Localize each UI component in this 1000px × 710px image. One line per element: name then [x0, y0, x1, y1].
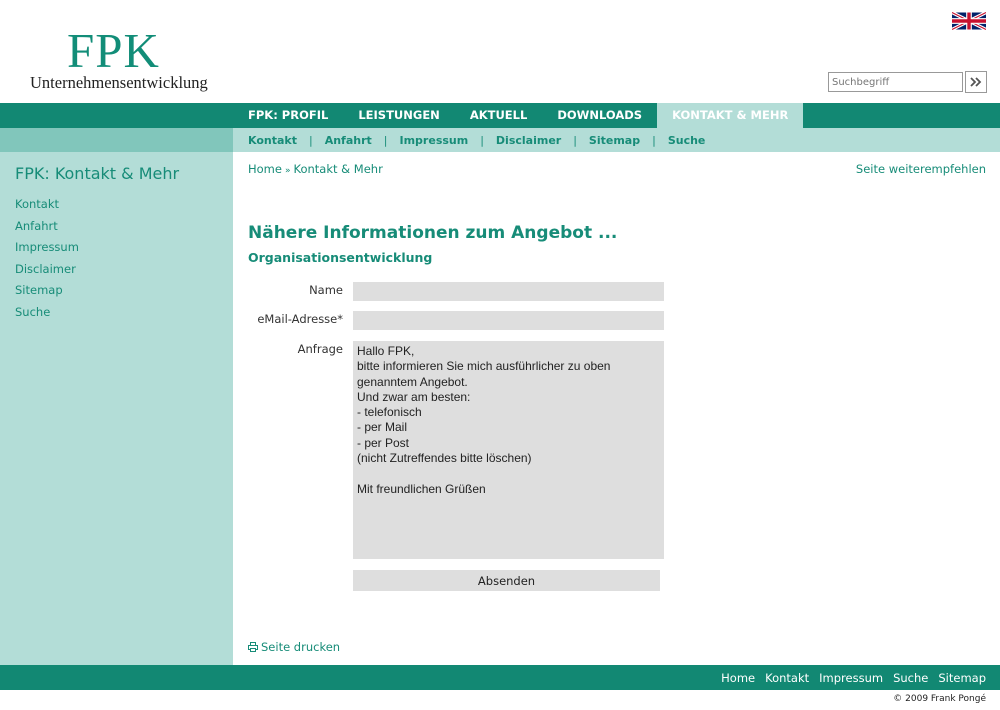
- search-input[interactable]: [828, 72, 963, 92]
- nav-item-profil[interactable]: FPK: PROFIL: [233, 103, 343, 128]
- footer-bar: Home Kontakt Impressum Suche Sitemap: [0, 665, 1000, 690]
- nav-item-leistungen[interactable]: LEISTUNGEN: [343, 103, 454, 128]
- subnav-item-impressum[interactable]: Impressum: [400, 134, 469, 147]
- print-link-label: Seite drucken: [261, 640, 341, 654]
- breadcrumb-current[interactable]: Kontakt & Mehr: [293, 162, 382, 176]
- sidebar-item-sitemap[interactable]: Sitemap: [15, 282, 79, 304]
- email-input[interactable]: [353, 311, 664, 330]
- footer-link-impressum[interactable]: Impressum: [819, 671, 883, 685]
- footer-link-suche[interactable]: Suche: [893, 671, 928, 685]
- page-title: Nähere Informationen zum Angebot ...: [248, 223, 618, 243]
- sidebar-item-kontakt[interactable]: Kontakt: [15, 196, 79, 218]
- breadcrumb-home[interactable]: Home: [248, 162, 282, 176]
- request-textarea[interactable]: Hallo FPK, bitte informieren Sie mich au…: [353, 341, 664, 559]
- subnav-separator: |: [308, 133, 313, 147]
- footer-link-home[interactable]: Home: [721, 671, 755, 685]
- double-chevron-right-icon: [970, 77, 982, 87]
- footer-link-sitemap[interactable]: Sitemap: [938, 671, 986, 685]
- subnav-item-disclaimer[interactable]: Disclaimer: [496, 134, 561, 147]
- subnav-separator: |: [383, 133, 388, 147]
- subnav-item-suche[interactable]: Suche: [668, 134, 706, 147]
- breadcrumb: Home» Kontakt & Mehr: [248, 162, 383, 176]
- page-subtitle: Organisationsentwicklung: [248, 250, 433, 265]
- subnav-item-kontakt[interactable]: Kontakt: [248, 134, 297, 147]
- subnav-item-sitemap[interactable]: Sitemap: [589, 134, 640, 147]
- logo-subtitle: Unternehmensentwicklung: [30, 73, 208, 92]
- sidebar-item-disclaimer[interactable]: Disclaimer: [15, 261, 79, 283]
- sidebar-title: FPK: Kontakt & Mehr: [15, 164, 180, 183]
- breadcrumb-separator: »: [284, 166, 291, 176]
- request-label: Anfrage: [297, 342, 343, 356]
- email-label: eMail-Adresse*: [257, 312, 343, 326]
- name-label: Name: [309, 283, 343, 297]
- name-input[interactable]: [353, 282, 664, 301]
- printer-icon: [248, 642, 258, 652]
- nav-item-downloads[interactable]: DOWNLOADS: [542, 103, 657, 128]
- recommend-page-link[interactable]: Seite weiterempfehlen: [856, 162, 986, 176]
- sidebar: FPK: Kontakt & Mehr Kontakt Anfahrt Impr…: [0, 152, 233, 665]
- nav-item-kontakt-mehr[interactable]: KONTAKT & MEHR: [657, 103, 804, 128]
- sub-nav: Kontakt | Anfahrt | Impressum | Disclaim…: [233, 128, 1000, 152]
- submit-button[interactable]: Absenden: [353, 570, 660, 591]
- footer-link-kontakt[interactable]: Kontakt: [765, 671, 809, 685]
- search-button[interactable]: [965, 71, 987, 93]
- subnav-separator: |: [652, 133, 656, 147]
- sidebar-list: Kontakt Anfahrt Impressum Disclaimer Sit…: [15, 196, 79, 325]
- sidebar-item-anfahrt[interactable]: Anfahrt: [15, 218, 79, 240]
- logo-title: FPK: [67, 23, 160, 78]
- nav-item-aktuell[interactable]: AKTUELL: [455, 103, 543, 128]
- main-nav: FPK: PROFIL LEISTUNGEN AKTUELL DOWNLOADS…: [0, 103, 1000, 128]
- uk-flag-icon[interactable]: [951, 10, 987, 32]
- subnav-separator: |: [573, 133, 577, 147]
- print-page-link[interactable]: Seite drucken: [248, 640, 340, 654]
- sidebar-item-suche[interactable]: Suche: [15, 304, 79, 326]
- subnav-separator: |: [480, 133, 484, 147]
- sub-nav-spacer: [0, 128, 233, 152]
- sidebar-item-impressum[interactable]: Impressum: [15, 239, 79, 261]
- copyright: © 2009 Frank Pongé: [893, 694, 986, 704]
- subnav-item-anfahrt[interactable]: Anfahrt: [325, 134, 372, 147]
